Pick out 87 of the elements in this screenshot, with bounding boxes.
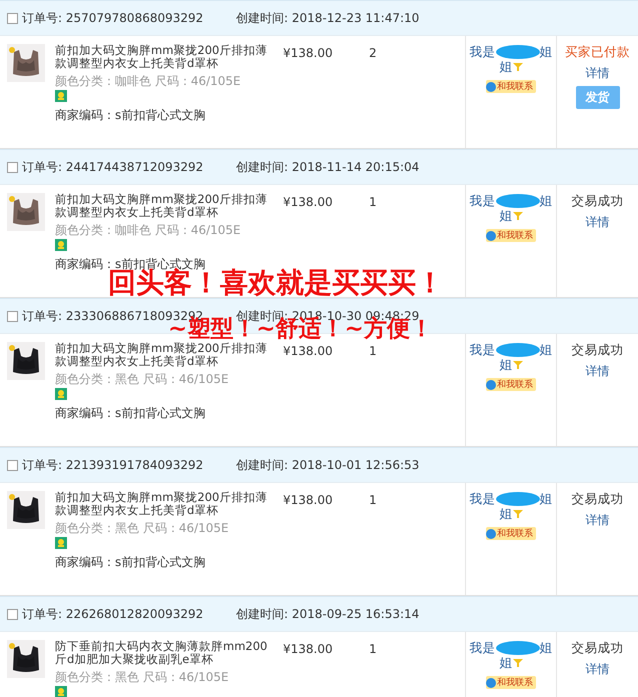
order-number: 订单号: 244174438712093292 [22, 158, 204, 176]
funnel-icon [512, 62, 522, 72]
funnel-icon [512, 508, 522, 518]
quantity: 1 [369, 493, 378, 507]
price: ¥138.00 [283, 344, 334, 358]
quantity: 2 [369, 46, 378, 60]
product-title[interactable]: 前扣加大码文胸胖mm聚拢200斤排扣薄款调整型内衣女上托美背d罩杯 [55, 491, 277, 517]
buyer-name[interactable]: 姐 [540, 193, 552, 208]
contact-button[interactable]: 和我联系 [486, 676, 536, 689]
created-time: 创建时间: 2018-12-23 11:47:10 [236, 10, 420, 26]
chat-icon [486, 380, 496, 390]
buyer-name[interactable]: 姐 [540, 342, 552, 357]
contact-button[interactable]: 和我联系 [486, 378, 536, 391]
buyer-name[interactable]: 姐 [500, 59, 512, 74]
buyer-name[interactable]: 姐 [540, 491, 552, 506]
order-status: 交易成功 [572, 193, 624, 210]
buyer-name[interactable]: 我是 [470, 491, 496, 506]
buyer-name[interactable]: 我是 [470, 342, 496, 357]
chat-icon [486, 678, 496, 688]
chat-icon [486, 82, 496, 92]
flower-icon [55, 90, 67, 102]
product-spec: 颜色分类：黑色 尺码：46/105E [55, 371, 230, 387]
checkbox[interactable] [7, 12, 18, 24]
contact-button[interactable]: 和我联系 [486, 527, 536, 540]
product-spec: 颜色分类：黑色 尺码：46/105E [55, 669, 230, 685]
product-title[interactable]: 前扣加大码文胸胖mm聚拢200斤排扣薄款调整型内衣女上托美背d罩杯 [55, 44, 277, 70]
details-link[interactable]: 详情 [586, 661, 610, 678]
order-status: 交易成功 [572, 342, 624, 359]
quantity: 1 [369, 344, 378, 358]
created-time: 创建时间: 2018-09-25 16:53:14 [236, 606, 420, 622]
product-spec: 颜色分类：黑色 尺码：46/105E [55, 520, 230, 536]
flower-icon [55, 239, 67, 251]
chat-icon [486, 528, 496, 538]
merchant-code: 商家编码：s前扣背心式文胸 [55, 107, 206, 124]
redaction-mark [496, 194, 540, 208]
order-status: 买家已付款 [565, 44, 630, 61]
contact-button[interactable]: 和我联系 [486, 80, 536, 93]
buyer-name[interactable]: 我是 [470, 193, 496, 208]
price: ¥138.00 [283, 642, 334, 656]
merchant-code: 商家编码：s前扣背心式文胸 [55, 554, 206, 571]
checkbox[interactable] [7, 310, 18, 322]
created-time: 创建时间: 2018-11-14 20:15:04 [236, 158, 420, 176]
price: ¥138.00 [283, 493, 334, 507]
order-status: 交易成功 [572, 491, 624, 508]
details-link[interactable]: 详情 [586, 214, 610, 231]
merchant-code: 商家编码：s前扣背心式文胸 [55, 256, 206, 271]
details-link[interactable]: 详情 [586, 363, 610, 380]
checkbox[interactable] [7, 162, 18, 172]
funnel-icon [512, 360, 522, 370]
quantity: 1 [369, 642, 378, 656]
quantity: 1 [369, 195, 378, 209]
redaction-mark [496, 44, 540, 58]
order-status: 交易成功 [572, 640, 624, 657]
details-link[interactable]: 详情 [586, 512, 610, 529]
price: ¥138.00 [283, 195, 334, 209]
checkbox[interactable] [7, 608, 18, 620]
buyer-name[interactable]: 姐 [500, 208, 512, 223]
order-number: 订单号: 226268012820093292 [22, 606, 204, 622]
price: ¥138.00 [283, 46, 334, 60]
redaction-mark [496, 342, 540, 356]
contact-button[interactable]: 和我联系 [486, 229, 536, 242]
created-time: 创建时间: 2018-10-01 12:56:53 [236, 456, 420, 474]
flower-icon [55, 537, 67, 549]
product-title[interactable]: 前扣加大码文胸胖mm聚拢200斤排扣薄款调整型内衣女上托美背d罩杯 [55, 193, 277, 219]
checkbox[interactable] [7, 460, 18, 470]
redaction-mark [496, 492, 540, 506]
buyer-name[interactable]: 姐 [500, 655, 512, 670]
redaction-mark [496, 640, 540, 654]
chat-icon [486, 230, 496, 240]
merchant-code: 商家编码：s前扣背心式文胸 [55, 405, 206, 422]
buyer-name[interactable]: 姐 [540, 44, 552, 59]
product-spec: 颜色分类：咖啡色 尺码：46/105E [55, 222, 242, 238]
buyer-name[interactable]: 我是 [470, 640, 496, 655]
buyer-name[interactable]: 姐 [500, 357, 512, 372]
buyer-name[interactable]: 我是 [470, 44, 496, 59]
funnel-icon [512, 210, 522, 220]
order-number: 订单号: 221393191784093292 [22, 456, 204, 474]
product-spec: 颜色分类：咖啡色 尺码：46/105E [55, 73, 242, 89]
buyer-name[interactable]: 姐 [540, 640, 552, 655]
product-title[interactable]: 防下垂前扣大码内衣文胸薄款胖mm200斤d加肥加大聚拢收副乳e罩杯 [55, 640, 277, 666]
order-number: 订单号: 257079780868093292 [22, 10, 204, 26]
buyer-name[interactable]: 姐 [500, 506, 512, 521]
funnel-icon [512, 658, 522, 668]
flower-icon [55, 388, 67, 400]
product-title[interactable]: 前扣加大码文胸胖mm聚拢200斤排扣薄款调整型内衣女上托美背d罩杯 [55, 342, 277, 368]
flower-icon [55, 686, 67, 697]
details-link[interactable]: 详情 [586, 65, 610, 82]
